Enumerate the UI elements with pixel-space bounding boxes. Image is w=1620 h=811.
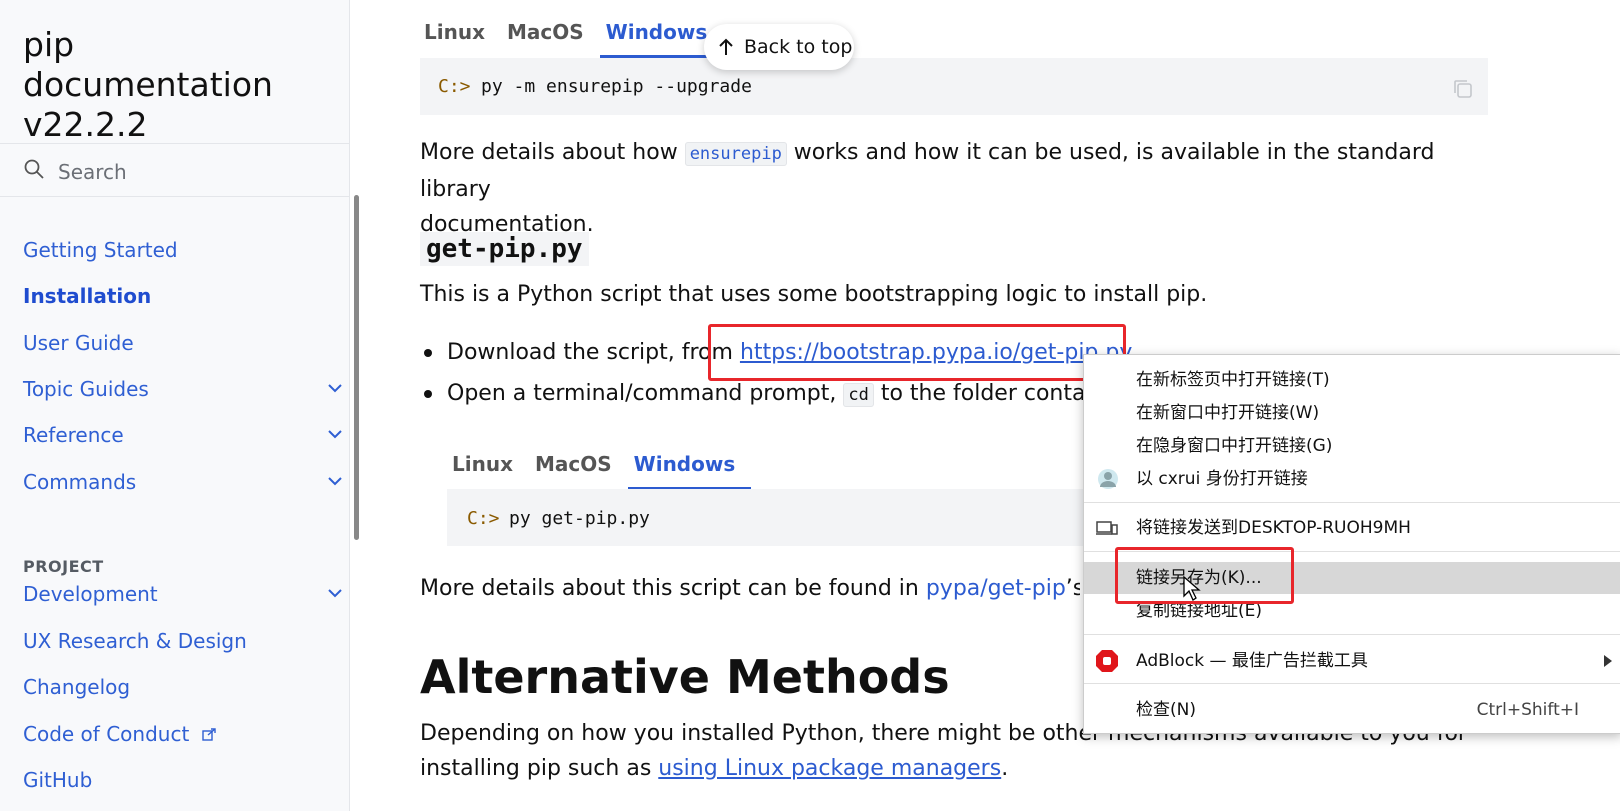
menu-item-open-incognito[interactable]: 在隐身窗口中打开链接(G): [1084, 430, 1620, 462]
search-bar[interactable]: Search: [0, 143, 349, 197]
text: More details about how: [420, 140, 685, 165]
menu-separator: [1084, 683, 1620, 684]
section-label-project: PROJECT: [23, 557, 104, 576]
tab-linux[interactable]: Linux: [446, 449, 529, 487]
bullet-dot: [424, 390, 432, 398]
external-link-icon: [201, 728, 216, 741]
chevron-down-icon[interactable]: [327, 470, 343, 492]
menu-separator: [1084, 502, 1620, 503]
profile-avatar-icon: [1098, 469, 1118, 489]
list-item-terminal: Open a terminal/command prompt, cd to th…: [447, 376, 1087, 413]
code-block-ensurepip: C:> py -m ensurepip --upgrade: [420, 58, 1488, 115]
chevron-down-icon[interactable]: [327, 423, 343, 445]
inline-code-cd: cd: [843, 383, 874, 407]
sidebar: pip documentation v22.2.2 Search Getting…: [0, 0, 350, 811]
code-prompt: C:>: [467, 508, 500, 529]
menu-separator: [1084, 634, 1620, 635]
code-block-get-pip: C:> py get-pip.py: [447, 489, 1087, 546]
text: installing pip such as: [420, 756, 659, 781]
context-menu: 在新标签页中打开链接(T) 在新窗口中打开链接(W) 在隐身窗口中打开链接(G)…: [1083, 354, 1620, 734]
nav-code-of-conduct[interactable]: Code of Conduct: [23, 720, 343, 748]
nav-topic-guides[interactable]: Topic Guides: [23, 375, 343, 403]
chevron-down-icon[interactable]: [327, 377, 343, 399]
code-command: py -m ensurepip --upgrade: [481, 76, 752, 97]
tab-windows[interactable]: Windows: [627, 449, 752, 490]
arrow-up-icon: [719, 38, 733, 55]
text: Download the script, from: [447, 340, 740, 365]
nav-development[interactable]: Development: [23, 580, 343, 608]
tab-linux[interactable]: Linux: [418, 17, 501, 55]
heading-get-pip: get-pip.py: [420, 232, 589, 266]
os-tabs-2: Linux MacOS Windows: [446, 449, 752, 490]
nav-changelog[interactable]: Changelog: [23, 673, 343, 701]
os-tabs-1: Linux MacOS Windows: [418, 17, 724, 58]
nav-installation[interactable]: Installation: [23, 282, 343, 310]
paragraph-get-pip: This is a Python script that uses some b…: [420, 282, 1208, 307]
search-icon: [24, 159, 44, 179]
nav-github[interactable]: GitHub: [23, 766, 343, 794]
nav-user-guide[interactable]: User Guide: [23, 329, 343, 357]
code-command: py get-pip.py: [509, 508, 650, 529]
back-to-top-button[interactable]: Back to top: [704, 24, 854, 70]
text: ’s REA: [1065, 576, 1080, 601]
inline-code-ensurepip[interactable]: ensurepip: [684, 142, 787, 166]
menu-item-open-new-tab[interactable]: 在新标签页中打开链接(T): [1084, 364, 1620, 396]
text: .: [1001, 756, 1009, 781]
nav-reference[interactable]: Reference: [23, 421, 343, 449]
text: More details about this script can be fo…: [420, 576, 926, 601]
adblock-icon: [1096, 650, 1118, 672]
heading-alternative-methods: Alternative Methods: [420, 650, 950, 704]
nav-commands[interactable]: Commands: [23, 468, 343, 496]
menu-item-inspect[interactable]: 检查(N) Ctrl+Shift+I: [1084, 694, 1620, 726]
menu-item-send-to-device[interactable]: 将链接发送到DESKTOP-RUOH9MH: [1084, 512, 1620, 544]
mouse-cursor-icon: [1183, 576, 1201, 601]
paragraph-ensurepip: More details about how ensurepip works a…: [420, 135, 1480, 242]
menu-item-adblock[interactable]: AdBlock — 最佳广告拦截工具: [1084, 645, 1620, 677]
tab-macos[interactable]: MacOS: [529, 449, 628, 487]
bullet-dot: [424, 349, 432, 357]
menu-item-open-as-profile[interactable]: 以 cxrui 身份打开链接: [1084, 463, 1620, 495]
link-pypa-get-pip[interactable]: pypa/get-pip: [926, 576, 1066, 601]
text: to the folder containin: [880, 381, 1087, 406]
submenu-arrow-icon: [1604, 655, 1612, 667]
nav-getting-started[interactable]: Getting Started: [23, 236, 343, 264]
search-placeholder: Search: [58, 160, 127, 184]
nav-ux-research[interactable]: UX Research & Design: [23, 627, 343, 655]
link-linux-package-managers[interactable]: using Linux package managers: [658, 756, 1001, 781]
back-to-top-label: Back to top: [744, 36, 853, 58]
tab-macos[interactable]: MacOS: [501, 17, 600, 55]
shortcut-label: Ctrl+Shift+I: [1476, 700, 1579, 720]
site-title[interactable]: pip documentation v22.2.2: [23, 25, 323, 145]
code-prompt: C:>: [438, 76, 471, 97]
sidebar-scrollbar[interactable]: [354, 195, 359, 540]
text: Open a terminal/command prompt,: [447, 381, 844, 406]
menu-item-open-new-window[interactable]: 在新窗口中打开链接(W): [1084, 397, 1620, 429]
copy-icon[interactable]: [1452, 78, 1474, 100]
devices-icon: [1096, 521, 1118, 535]
highlight-box-link: [708, 324, 1126, 381]
highlight-box-save-as: [1115, 547, 1294, 604]
chevron-down-icon[interactable]: [327, 582, 343, 604]
paragraph-script-details: More details about this script can be fo…: [420, 571, 1080, 606]
